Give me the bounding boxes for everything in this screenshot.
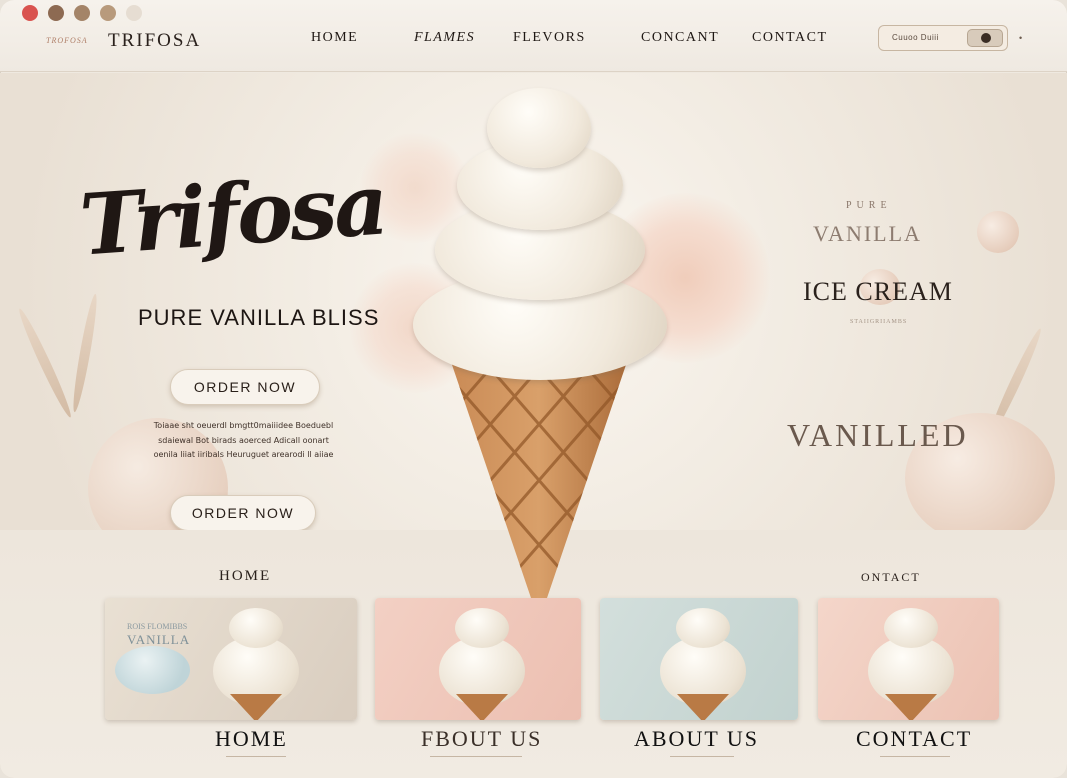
caption-underline	[430, 756, 522, 757]
cone-image	[885, 694, 937, 720]
cone-image	[230, 694, 282, 720]
feature-card-about-1[interactable]	[375, 598, 581, 720]
brand-logo[interactable]: TRIFOSA	[108, 30, 201, 52]
leaf-decoration	[69, 293, 101, 413]
menu-icon[interactable]: •	[1019, 33, 1022, 43]
card-big-text: VANILLA	[127, 632, 191, 647]
feature-card-home[interactable]: ROIS FLOMIBBS VANILLA	[105, 598, 357, 720]
nav-contact[interactable]: CONTACT	[752, 30, 828, 46]
feature-card-contact[interactable]	[818, 598, 999, 720]
ice-cream-cone-image	[405, 80, 675, 600]
mint-scoop-image	[115, 646, 190, 694]
card-caption-contact[interactable]: CONTACT	[856, 726, 972, 752]
card-caption-about-2[interactable]: ABOUT US	[634, 726, 759, 752]
caption-underline	[670, 756, 734, 757]
cone-image	[677, 694, 729, 720]
side-text-vanilled: VANILLED	[787, 417, 969, 453]
window-extra-icon[interactable]	[126, 5, 142, 21]
caption-underline	[226, 756, 286, 757]
card-caption-home[interactable]: HOME	[215, 726, 288, 752]
window-zoom-icon[interactable]	[74, 5, 90, 21]
window-close-icon[interactable]	[22, 5, 38, 21]
hero-logo: Trifosa	[76, 154, 389, 275]
window-minimize-icon[interactable]	[48, 5, 64, 21]
login-toggle-button[interactable]: Cuuoo Duiii	[878, 25, 1008, 51]
login-label: Cuuoo Duiii	[892, 33, 939, 42]
cream-swirl	[487, 88, 591, 168]
card-caption-about-1[interactable]: FBOUT US	[421, 726, 542, 752]
ice-cream-image	[676, 608, 730, 648]
side-text-subtitle: STAIIGRIIAMBS	[850, 319, 908, 325]
section-label-home: HOME	[219, 568, 272, 584]
nav-concant[interactable]: CONCANT	[641, 30, 719, 46]
nav-flames[interactable]: FLAMES	[414, 30, 475, 46]
waffle-cone-icon	[447, 350, 631, 598]
browser-window: TROFOSA TRIFOSA HOME FLAMES FLEVORS CONC…	[0, 0, 1067, 778]
scoop-decoration	[977, 211, 1019, 253]
card-overlay-text: ROIS FLOMIBBS VANILLA	[127, 620, 190, 646]
cone-image	[456, 694, 508, 720]
ice-cream-image	[229, 608, 283, 648]
brand-mark: TROFOSA	[46, 36, 88, 45]
nav-home[interactable]: HOME	[311, 30, 358, 46]
toggle-icon	[967, 29, 1003, 47]
nav-flavors[interactable]: FLEVORS	[513, 30, 586, 46]
side-text-pure: PURE	[846, 200, 892, 211]
window-extra-icon[interactable]	[100, 5, 116, 21]
side-text-ice-cream: ICE CREAM	[803, 277, 953, 306]
order-now-button[interactable]: ORDER NOW	[170, 369, 320, 405]
ice-cream-image	[884, 608, 938, 648]
hero-tagline: PURE VANILLA BLISS	[138, 305, 380, 330]
window-controls	[22, 5, 142, 21]
order-now-button-secondary[interactable]: ORDER NOW	[170, 495, 316, 531]
ice-cream-image	[455, 608, 509, 648]
section-label-contact: ONTACT	[861, 570, 921, 584]
caption-underline	[880, 756, 950, 757]
hero-description: Toiaae sht oeuerdl bmgtt0maiiidee Boedue…	[153, 421, 334, 459]
side-text-vanilla: VANILLA	[813, 221, 922, 246]
feature-card-about-2[interactable]	[600, 598, 798, 720]
site-header: TROFOSA TRIFOSA HOME FLAMES FLEVORS CONC…	[0, 0, 1067, 72]
leaf-decoration	[15, 306, 75, 420]
